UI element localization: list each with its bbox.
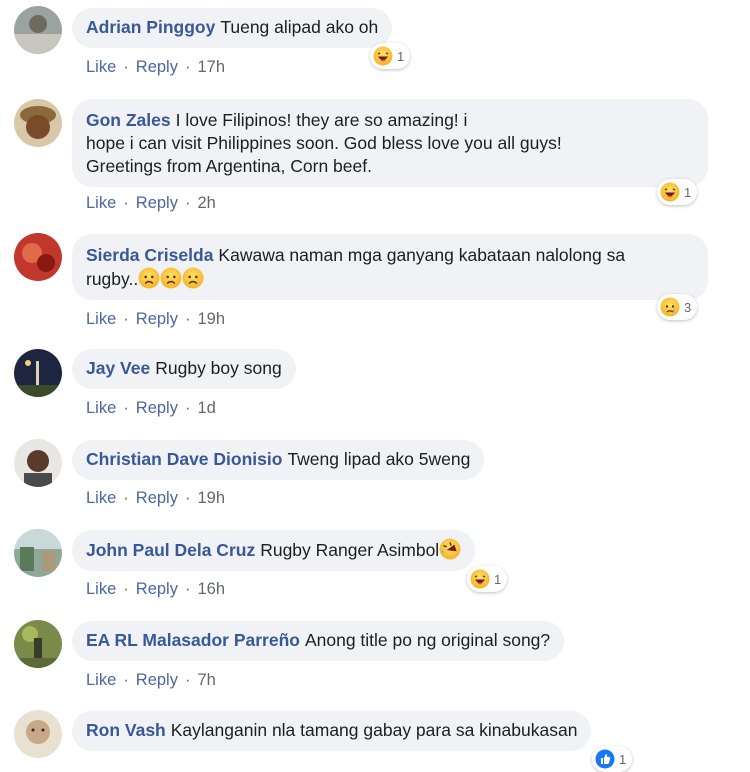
avatar[interactable] <box>14 529 62 577</box>
comment-text: Kaylanganin nla tamang gabay para sa kin… <box>170 720 578 740</box>
like-link[interactable]: Like <box>86 489 116 507</box>
separator: · <box>123 489 129 507</box>
sad-face-icon <box>138 267 160 289</box>
comment-author[interactable]: Ron Vash <box>86 720 166 740</box>
reaction-count: 1 <box>619 751 627 767</box>
comment-text: Kawawa naman mga ganyang kabataan nalolo… <box>218 245 626 265</box>
reaction-count: 1 <box>494 571 502 587</box>
avatar[interactable] <box>14 6 62 54</box>
separator: · <box>123 399 129 417</box>
comment-actions: Like · Reply · 19h <box>86 489 225 508</box>
comment-bubble: Christian Dave Dionisio Tweng lipad ako 5… <box>72 440 485 480</box>
separator: · <box>184 194 191 212</box>
separator: · <box>184 58 191 76</box>
comment-actions: Like · Reply · 7h <box>86 671 216 690</box>
separator: · <box>123 58 129 76</box>
separator: · <box>123 194 129 212</box>
haha-icon <box>373 46 393 66</box>
like-link[interactable]: Like <box>86 399 116 417</box>
separator: · <box>184 580 191 598</box>
reaction-summary[interactable]: 3 <box>657 294 698 320</box>
avatar[interactable] <box>14 99 62 147</box>
reply-link[interactable]: Reply <box>136 310 178 328</box>
comment-text: Anong title po ng original song? <box>304 630 551 650</box>
sad-icon <box>660 297 680 317</box>
reply-link[interactable]: Reply <box>136 580 178 598</box>
timestamp[interactable]: 1d <box>197 399 215 417</box>
rofl-icon <box>439 538 461 560</box>
comment-author[interactable]: Adrian Pinggoy <box>86 17 215 37</box>
reply-link[interactable]: Reply <box>136 58 178 76</box>
avatar[interactable] <box>14 439 62 487</box>
separator: · <box>123 580 129 598</box>
separator: · <box>123 310 129 328</box>
comment-author[interactable]: EA RL Malasador Parreño <box>86 630 300 650</box>
haha-icon <box>660 182 680 202</box>
like-link[interactable]: Like <box>86 580 116 598</box>
comment-bubble: Gon Zales I love Filipinos! they are so a… <box>72 99 708 187</box>
comment-bubble: Adrian Pinggoy Tueng alipad ako oh <box>72 8 393 48</box>
comment-text-line: Greetings from Argentina, Corn beef. <box>86 156 372 176</box>
reaction-summary[interactable]: 1 <box>657 179 698 205</box>
haha-icon <box>470 569 490 589</box>
reaction-count: 1 <box>397 48 405 64</box>
comment-author[interactable]: Christian Dave Dionisio <box>86 449 282 469</box>
reply-link[interactable]: Reply <box>136 194 178 212</box>
comment-bubble: Jay Vee Rugby boy song <box>72 349 296 389</box>
comment-text: Rugby boy song <box>155 358 282 378</box>
comment-bubble: John Paul Dela Cruz Rugby Ranger Asimbol <box>72 530 476 571</box>
like-link[interactable]: Like <box>86 58 116 76</box>
timestamp[interactable]: 17h <box>197 58 225 76</box>
comment-text: Tueng alipad ako oh <box>220 17 379 37</box>
avatar[interactable] <box>14 710 62 758</box>
comment-author[interactable]: Gon Zales <box>86 110 171 130</box>
sad-face-icon <box>182 267 204 289</box>
timestamp[interactable]: 19h <box>197 310 225 328</box>
reaction-summary[interactable]: 1 <box>592 746 633 772</box>
avatar[interactable] <box>14 233 62 281</box>
comment-bubble: EA RL Malasador Parreño Anong title po ng… <box>72 621 565 661</box>
reaction-count: 1 <box>684 184 692 200</box>
like-icon <box>595 749 615 769</box>
separator: · <box>184 489 191 507</box>
separator: · <box>184 671 191 689</box>
comment-text-line: hope i can visit Philippines soon. God b… <box>86 133 562 153</box>
comment-actions: Like · Reply · 16h <box>86 580 225 599</box>
comment-text: I love Filipinos! they are so amazing! i <box>175 110 468 130</box>
reply-link[interactable]: Reply <box>136 671 178 689</box>
like-link[interactable]: Like <box>86 310 116 328</box>
reaction-summary[interactable]: 1 <box>467 566 508 592</box>
comment-text-line: rugby.. <box>86 269 139 289</box>
separator: · <box>184 310 191 328</box>
timestamp[interactable]: 7h <box>197 671 215 689</box>
sad-face-icon <box>160 267 182 289</box>
comment-text: Rugby Ranger Asimbol <box>260 540 440 560</box>
comment-bubble: Ron Vash Kaylanganin nla tamang gabay par… <box>72 711 592 751</box>
comment-author[interactable]: John Paul Dela Cruz <box>86 540 255 560</box>
avatar[interactable] <box>14 349 62 397</box>
comment-actions: Like · Reply · 19h <box>86 310 225 329</box>
timestamp[interactable]: 19h <box>197 489 225 507</box>
comment-author[interactable]: Jay Vee <box>86 358 150 378</box>
reply-link[interactable]: Reply <box>136 399 178 417</box>
comment-actions: Like · Reply · 2h <box>86 194 216 213</box>
reaction-count: 3 <box>684 299 692 315</box>
timestamp[interactable]: 2h <box>197 194 215 212</box>
like-link[interactable]: Like <box>86 194 116 212</box>
separator: · <box>123 671 129 689</box>
timestamp[interactable]: 16h <box>197 580 225 598</box>
separator: · <box>184 399 191 417</box>
comment-text: Tweng lipad ako 5weng <box>287 449 471 469</box>
comment-bubble: Sierda Criselda Kawawa naman mga ganyang … <box>72 234 708 300</box>
comment-actions: Like · Reply · 17h <box>86 58 225 77</box>
reaction-summary[interactable]: 1 <box>370 43 411 69</box>
avatar[interactable] <box>14 620 62 668</box>
comment-actions: Like · Reply · 1d <box>86 399 216 418</box>
comment-author[interactable]: Sierda Criselda <box>86 245 213 265</box>
reply-link[interactable]: Reply <box>136 489 178 507</box>
like-link[interactable]: Like <box>86 671 116 689</box>
